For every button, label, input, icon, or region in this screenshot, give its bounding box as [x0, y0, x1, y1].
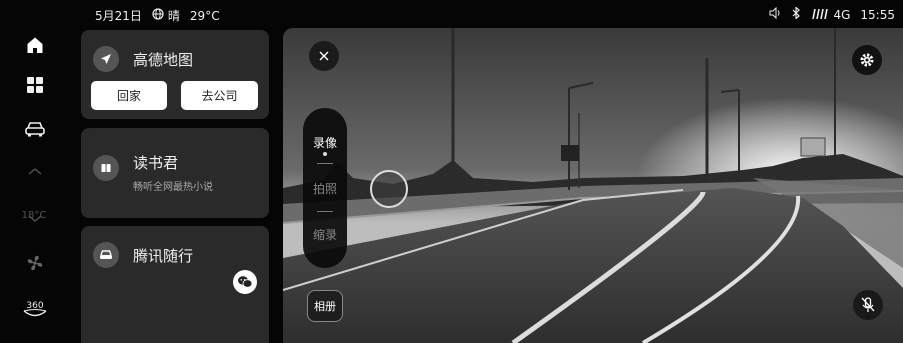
- temp-up-icon[interactable]: [27, 166, 43, 176]
- reader-card[interactable]: 读书君 畅听全网最热小说: [81, 128, 269, 218]
- network-type: 4G: [833, 7, 851, 22]
- status-date: 5月21日: [95, 9, 142, 23]
- travel-card[interactable]: 腾讯随行: [81, 226, 269, 343]
- mode-selector: 录像 拍照 缩录: [303, 108, 347, 268]
- mic-off-icon: [861, 297, 875, 312]
- car-front-icon: [93, 242, 119, 268]
- book-icon: [93, 155, 119, 181]
- status-weather: 晴: [167, 9, 180, 23]
- map-card-title: 高德地图: [133, 51, 194, 69]
- map-card[interactable]: 高德地图 回家 去公司: [81, 30, 269, 119]
- weather-globe-icon: [152, 8, 164, 23]
- status-left: 5月21日 晴 29°C: [95, 7, 220, 24]
- car-icon[interactable]: [20, 114, 50, 144]
- mode-timelapse[interactable]: 缩录: [303, 226, 347, 243]
- go-home-button[interactable]: 回家: [91, 81, 167, 110]
- left-rail: 18°C 360: [0, 28, 70, 343]
- status-temperature: 29°C: [189, 8, 220, 23]
- microphone-mute-button[interactable]: [853, 290, 883, 320]
- reader-card-subtitle: 畅听全网最热小说: [133, 182, 213, 193]
- 360-icon[interactable]: 360: [18, 294, 52, 324]
- close-button[interactable]: [309, 41, 339, 71]
- fan-icon[interactable]: [20, 248, 50, 278]
- mode-photo[interactable]: 拍照: [303, 180, 347, 197]
- home-icon[interactable]: [20, 30, 50, 60]
- gear-icon: [860, 53, 874, 67]
- signal-icon: [811, 8, 829, 22]
- navigation-arrow-icon: [93, 46, 119, 72]
- volume-icon: [769, 6, 781, 22]
- settings-button[interactable]: [852, 45, 882, 75]
- mode-divider: [317, 163, 333, 164]
- album-button[interactable]: 相册: [307, 290, 343, 322]
- go-company-button[interactable]: 去公司: [181, 81, 258, 110]
- status-time: 15:55: [860, 7, 895, 22]
- wechat-icon[interactable]: [233, 270, 257, 294]
- travel-card-title: 腾讯随行: [133, 247, 194, 265]
- mode-record[interactable]: 录像: [303, 134, 347, 151]
- shutter-button[interactable]: [370, 170, 408, 208]
- mode-divider: [317, 211, 333, 212]
- status-right: 4G 15:55: [769, 6, 895, 22]
- reader-card-title: 读书君: [133, 154, 179, 172]
- status-bar: 5月21日 晴 29°C 4G 15:55: [0, 0, 903, 28]
- grid-icon[interactable]: [20, 70, 50, 100]
- active-mode-dot: [323, 152, 327, 156]
- close-icon: [319, 51, 329, 61]
- temp-down-icon[interactable]: [27, 214, 43, 224]
- bluetooth-icon: [791, 6, 801, 22]
